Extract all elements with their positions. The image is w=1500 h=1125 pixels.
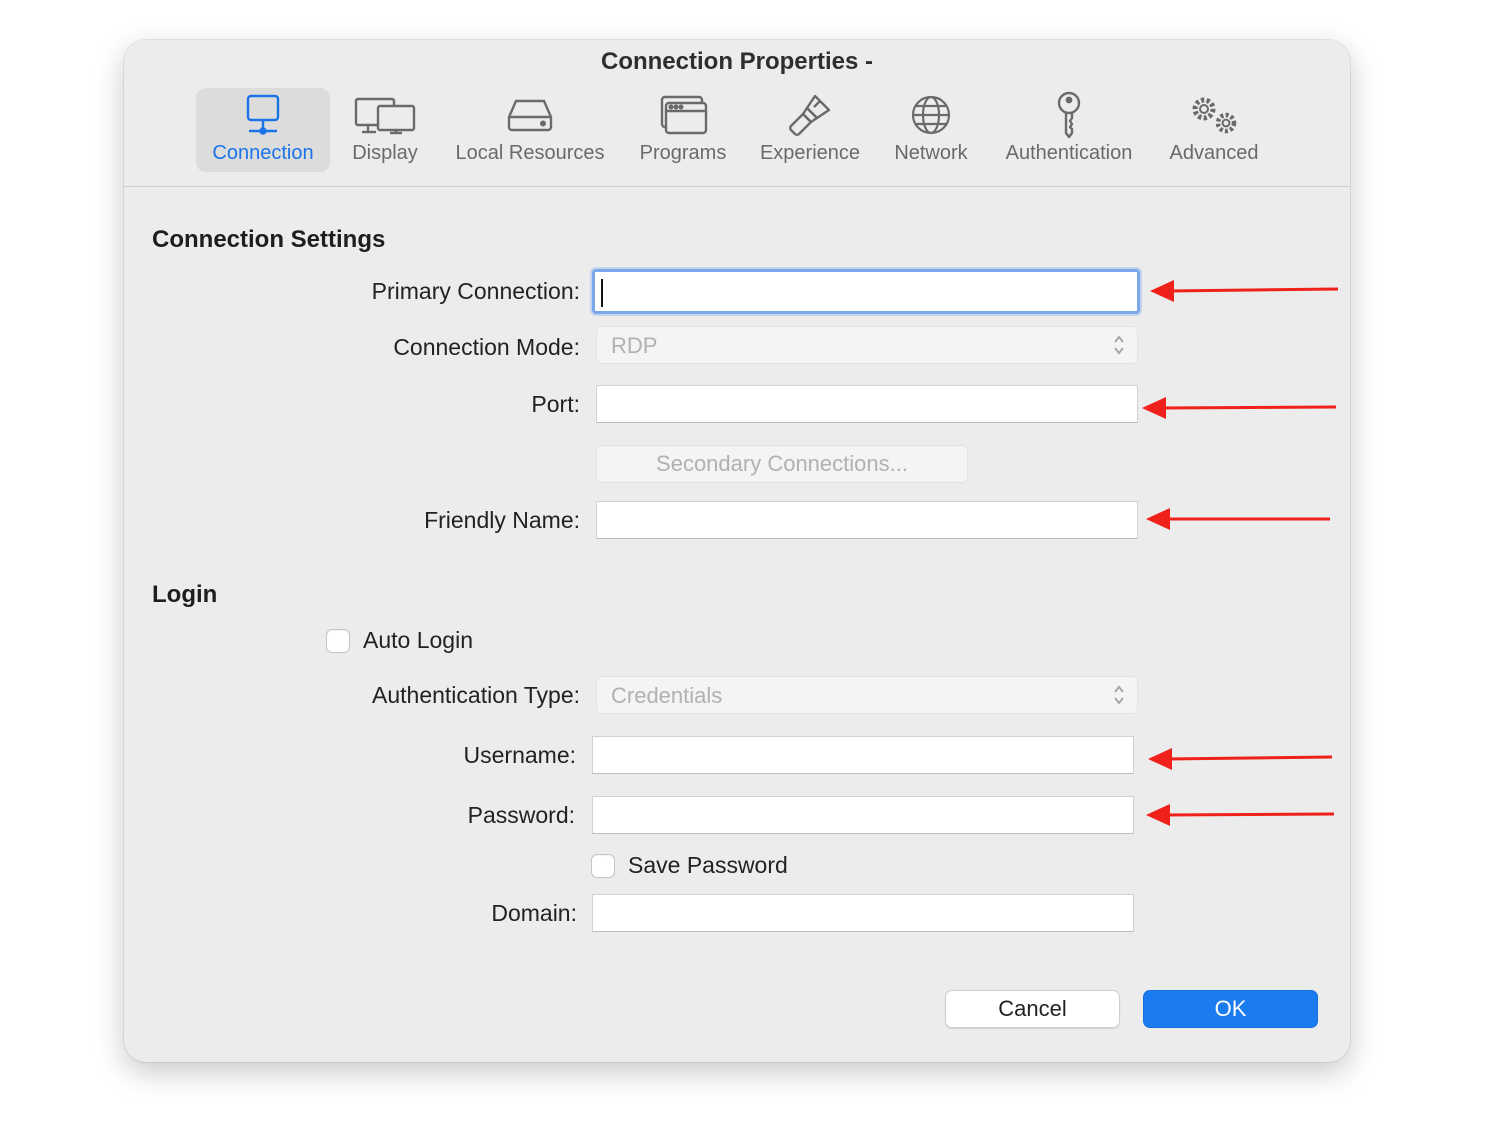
tab-label: Experience [759, 142, 861, 164]
tab-label: Advanced [1169, 142, 1259, 164]
authentication-type-value: Credentials [611, 683, 723, 708]
connection-properties-window: Connection Properties - Connection Displ… [124, 40, 1350, 1062]
ok-button[interactable]: OK [1143, 990, 1318, 1028]
gears-icon [1182, 92, 1246, 138]
text-caret [601, 279, 603, 307]
secondary-connections-button[interactable]: Secondary Connections... [596, 445, 968, 483]
tab-experience[interactable]: Experience [752, 88, 868, 172]
tab-label: Connection [212, 142, 314, 164]
tab-authentication[interactable]: Authentication [994, 88, 1144, 172]
authentication-type-label: Authentication Type: [372, 682, 580, 708]
annotation-arrow [1150, 280, 1339, 302]
annotation-arrow [1146, 508, 1330, 530]
app-window-icon [651, 92, 715, 138]
tab-label: Network [894, 142, 968, 164]
tab-label: Authentication [1005, 142, 1133, 164]
username-field[interactable] [592, 736, 1134, 774]
tab-connection[interactable]: Connection [196, 88, 330, 172]
window-title: Connection Properties - [600, 48, 874, 75]
connection-mode-label: Connection Mode: [393, 334, 580, 360]
password-field[interactable] [592, 796, 1134, 834]
chevron-up-down-icon [1114, 335, 1124, 355]
primary-connection-label: Primary Connection: [371, 278, 580, 304]
tab-programs[interactable]: Programs [630, 88, 736, 172]
password-label: Password: [467, 802, 575, 828]
connection-settings-heading: Connection Settings [152, 226, 386, 253]
username-label: Username: [463, 742, 576, 768]
auto-login-label: Auto Login [363, 627, 473, 653]
connection-mode-select[interactable]: RDP [596, 326, 1138, 364]
globe-icon [899, 92, 963, 138]
displays-icon [353, 92, 417, 138]
tab-label: Display [352, 142, 418, 164]
authentication-type-select[interactable]: Credentials [596, 676, 1138, 714]
annotation-arrow [1146, 804, 1335, 826]
tab-label: Local Resources [455, 142, 605, 164]
friendly-name-label: Friendly Name: [424, 507, 580, 533]
auto-login-checkbox-row[interactable]: Auto Login [326, 627, 473, 654]
login-heading: Login [152, 581, 218, 608]
tab-network[interactable]: Network [884, 88, 978, 172]
paintbrush-icon [778, 92, 842, 138]
primary-connection-field[interactable] [592, 269, 1140, 314]
auto-login-checkbox[interactable] [326, 628, 350, 653]
cancel-button[interactable]: Cancel [945, 990, 1120, 1028]
domain-field[interactable] [592, 894, 1134, 932]
port-field[interactable] [596, 385, 1138, 423]
save-password-label: Save Password [628, 852, 788, 878]
disk-drive-icon [498, 92, 562, 138]
tab-display[interactable]: Display [344, 88, 426, 172]
tab-toolbar: Connection Display Local Resources Progr… [124, 88, 1350, 186]
friendly-name-field[interactable] [596, 501, 1138, 539]
tab-advanced[interactable]: Advanced [1160, 88, 1268, 172]
tab-label: Programs [639, 142, 727, 164]
connection-mode-value: RDP [611, 333, 658, 358]
toolbar-divider [124, 186, 1350, 187]
key-icon [1037, 91, 1101, 139]
port-label: Port: [531, 391, 580, 417]
domain-label: Domain: [491, 900, 577, 926]
monitor-icon [231, 92, 295, 138]
save-password-checkbox[interactable] [591, 853, 615, 878]
tab-local-resources[interactable]: Local Resources [446, 88, 614, 172]
annotation-arrow [1148, 748, 1333, 770]
chevron-up-down-icon [1114, 685, 1124, 705]
annotation-arrow [1142, 397, 1337, 419]
save-password-checkbox-row[interactable]: Save Password [591, 852, 788, 879]
